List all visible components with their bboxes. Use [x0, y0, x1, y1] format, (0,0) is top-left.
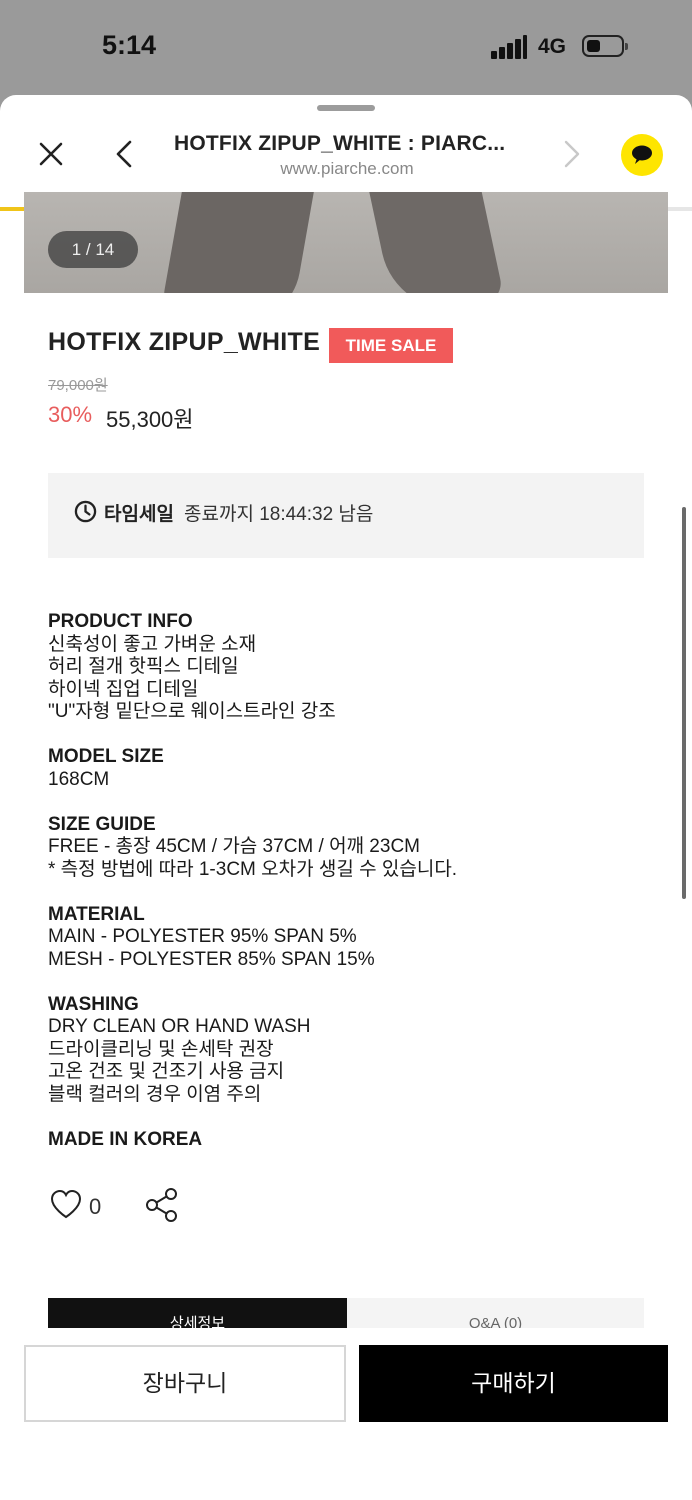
network-type: 4G: [538, 35, 567, 58]
detail-line: 168CM: [48, 768, 110, 790]
time-sale-badge: TIME SALE: [329, 328, 453, 363]
product-name: HOTFIX ZIPUP_WHITE: [48, 328, 321, 356]
product-photo-shape: [161, 192, 317, 293]
detail-line: 블랙 컬러의 경우 이염 주의: [48, 1083, 262, 1105]
status-bar: 5:14 4G: [0, 0, 692, 95]
purchase-bar: 장바구니 구매하기: [0, 1328, 692, 1500]
section-heading: SIZE GUIDE: [48, 813, 156, 835]
scrollbar[interactable]: [682, 507, 686, 899]
browser-sheet: HOTFIX ZIPUP_WHITE : PIARC... www.piarch…: [0, 95, 692, 1500]
heart-icon[interactable]: [50, 1189, 82, 1224]
detail-line: MAIN - POLYESTER 95% SPAN 5%: [48, 926, 357, 947]
detail-line: 하이넥 집업 디테일: [48, 678, 199, 700]
page-url: www.piarche.com: [280, 159, 414, 178]
detail-line: 드라이클리닝 및 손세탁 권장: [48, 1038, 274, 1060]
original-price: 79,000원: [48, 377, 108, 394]
section-heading: MODEL SIZE: [48, 746, 164, 767]
discount-rate: 30%: [48, 402, 93, 427]
close-icon[interactable]: [36, 139, 66, 169]
detail-line: DRY CLEAN OR HAND WASH: [48, 1016, 311, 1037]
product-details: PRODUCT INFO 신축성이 좋고 가벼운 소재 허리 절개 핫픽스 디테…: [48, 611, 648, 1151]
image-counter: 1 / 14: [48, 231, 138, 268]
buy-now-button[interactable]: 구매하기: [359, 1345, 668, 1422]
timer-countdown: 종료까지 18:44:32 남음: [184, 504, 374, 525]
forward-icon[interactable]: [556, 139, 586, 169]
section-heading: WASHING: [48, 993, 139, 1015]
sale-price: 55,300원: [106, 407, 194, 432]
time-sale-timer: 타임세일 종료까지 18:44:32 남음: [48, 473, 644, 558]
add-to-cart-button[interactable]: 장바구니: [24, 1345, 346, 1422]
origin-label: MADE IN KOREA: [48, 1128, 203, 1150]
detail-line: "U"자형 밑단으로 웨이스트라인 강조: [48, 701, 336, 722]
detail-line: MESH - POLYESTER 85% SPAN 15%: [48, 948, 375, 970]
clock-icon: [74, 500, 97, 523]
detail-line: * 측정 방법에 따라 1-3CM 오차가 생길 수 있습니다.: [48, 858, 458, 880]
status-time: 5:14: [102, 30, 157, 60]
share-icon[interactable]: [144, 1187, 180, 1228]
like-count: 0: [89, 1194, 102, 1219]
page-title: HOTFIX ZIPUP_WHITE : PIARC...: [174, 132, 506, 155]
detail-line: 고온 건조 및 건조기 사용 금지: [48, 1061, 285, 1082]
back-icon[interactable]: [110, 139, 140, 169]
section-heading: MATERIAL: [48, 903, 145, 925]
timer-label: 타임세일: [104, 504, 174, 525]
battery-icon: [582, 35, 628, 57]
section-heading: PRODUCT INFO: [48, 611, 193, 632]
product-photo-shape: [363, 192, 505, 293]
detail-line: 신축성이 좋고 가벼운 소재: [48, 633, 257, 655]
product-actions: 0: [48, 1187, 248, 1227]
sheet-grabber[interactable]: [317, 105, 375, 111]
browser-toolbar: HOTFIX ZIPUP_WHITE : PIARC... www.piarch…: [0, 115, 692, 211]
detail-line: FREE - 총장 45CM / 가슴 37CM / 어깨 23CM: [48, 836, 420, 857]
kakao-chat-icon[interactable]: [621, 134, 663, 176]
detail-line: 허리 절개 핫픽스 디테일: [48, 656, 239, 677]
signal-icon: [491, 35, 527, 59]
